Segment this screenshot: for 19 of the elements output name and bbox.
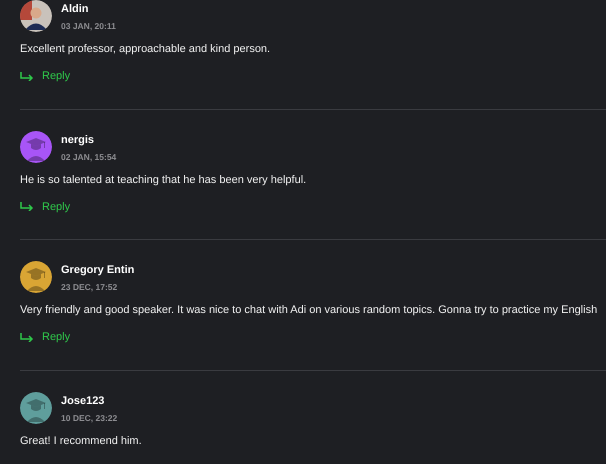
reply-button[interactable]: Reply <box>20 331 70 343</box>
comment-text: Very friendly and good speaker. It was nice to chat with Adi on various random topics. Gonna try to practice my English <box>20 303 598 317</box>
comment-text: Great! I recommend him. <box>20 434 143 448</box>
comment-date: 23 DEC, 17:52 <box>61 281 118 293</box>
author-name: Aldin <box>61 2 90 16</box>
avatar-photo <box>20 0 52 32</box>
comment-date: 02 JAN, 15:54 <box>61 150 116 162</box>
reply-arrow-icon <box>20 202 34 211</box>
reply-button[interactable]: Reply <box>20 200 70 212</box>
reply-arrow-icon <box>20 72 34 80</box>
author-name: Jose123 <box>61 394 106 408</box>
reply-button[interactable]: Reply <box>20 70 70 82</box>
comment-date: 10 DEC, 23:22 <box>61 412 118 424</box>
author-name: Gregory Entin <box>61 263 134 277</box>
author-name: nergis <box>61 132 96 146</box>
comment-date: 03 JAN, 20:11 <box>61 20 116 32</box>
comment-text: Excellent professor, approachable and kind person. <box>20 42 272 56</box>
comment-text: He is so talented at teaching that he has been very helpful. <box>20 172 308 186</box>
reply-arrow-icon <box>20 332 34 342</box>
